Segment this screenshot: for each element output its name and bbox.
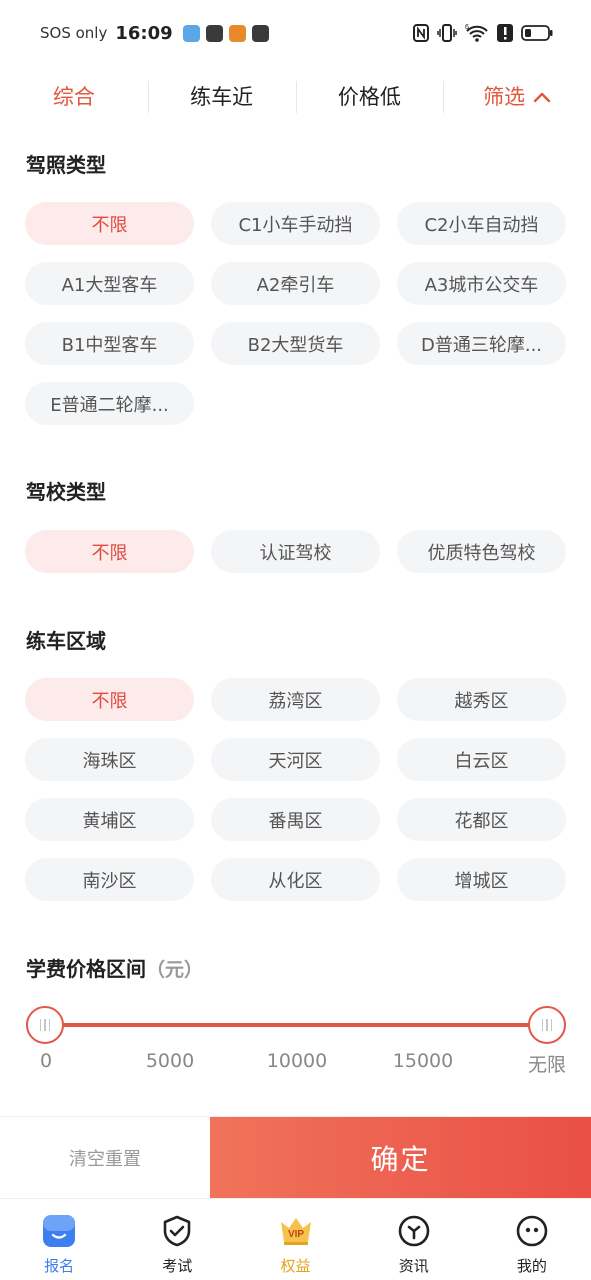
- tab-signup[interactable]: 报名: [0, 1199, 118, 1280]
- region-option-huangpu[interactable]: 黄埔区: [25, 798, 194, 841]
- filter-action-bar: 清空重置 确定: [0, 1116, 591, 1199]
- region-option-conghua[interactable]: 从化区: [211, 858, 380, 901]
- school-option-any[interactable]: 不限: [25, 530, 194, 573]
- license-option-a2[interactable]: A2牵引车: [211, 262, 380, 305]
- price-range-slider[interactable]: [26, 1005, 566, 1045]
- school-option-featured[interactable]: 优质特色驾校: [397, 530, 566, 573]
- region-option-yuexiu[interactable]: 越秀区: [397, 678, 566, 721]
- tab-mine-label: 我的: [516, 1257, 547, 1275]
- license-option-a1[interactable]: A1大型客车: [25, 262, 194, 305]
- school-option-certified[interactable]: 认证驾校: [211, 530, 380, 573]
- price-range-title: 学费价格区间（元）: [26, 953, 203, 982]
- filter-label: 筛选: [483, 85, 526, 109]
- region-option-nansha[interactable]: 南沙区: [25, 858, 194, 901]
- slider-handle-min[interactable]: [26, 1006, 64, 1044]
- license-type-options: 不限 C1小车手动挡 C2小车自动挡 A1大型客车 A2牵引车 A3城市公交车 …: [25, 202, 566, 425]
- novel-app-icon: [228, 24, 246, 42]
- tab-signup-label: 报名: [44, 1257, 75, 1275]
- tick-label-0: 0: [39, 1050, 53, 1072]
- reset-button[interactable]: 清空重置: [0, 1117, 210, 1199]
- region-title: 练车区域: [26, 629, 106, 653]
- status-time: 16:09: [115, 22, 173, 44]
- upload-app-icon: [205, 24, 223, 42]
- license-option-e[interactable]: E普通二轮摩...: [25, 382, 194, 425]
- network-type-text: 6: [465, 24, 469, 31]
- region-option-any[interactable]: 不限: [25, 678, 194, 721]
- slider-track: [44, 1023, 548, 1027]
- status-right: 6: [413, 24, 553, 42]
- region-option-haizhu[interactable]: 海珠区: [25, 738, 194, 781]
- vibrate-icon: [437, 24, 457, 42]
- signup-icon: [41, 1213, 77, 1249]
- sort-tab-comprehensive[interactable]: 综合: [0, 81, 148, 113]
- region-option-huadu[interactable]: 花都区: [397, 798, 566, 841]
- tick-label-15000: 15000: [392, 1050, 454, 1072]
- license-option-a3[interactable]: A3城市公交车: [397, 262, 566, 305]
- tick-label-5000: 5000: [145, 1050, 195, 1072]
- sort-tabs: 综合 练车近 价格低 筛选: [0, 72, 591, 122]
- tick-label-unlimited: 无限: [527, 1054, 567, 1076]
- wifi-icon: 6: [465, 24, 488, 42]
- price-range-title-text: 学费价格区间: [26, 957, 146, 981]
- license-option-c2[interactable]: C2小车自动挡: [397, 202, 566, 245]
- tab-exam-label: 考试: [162, 1257, 193, 1275]
- confirm-button[interactable]: 确定: [210, 1117, 591, 1199]
- status-left: SOS only 16:09: [40, 23, 269, 44]
- sort-tab-lowest-price[interactable]: 价格低: [295, 81, 444, 113]
- bottom-tab-bar: 报名 考试 VIP 权益 资讯 我的: [0, 1198, 591, 1280]
- tab-news[interactable]: 资讯: [355, 1199, 473, 1280]
- sort-tab-nearest[interactable]: 练车近: [147, 81, 296, 113]
- license-option-b2[interactable]: B2大型货车: [211, 322, 380, 365]
- tab-news-label: 资讯: [398, 1257, 429, 1275]
- region-option-baiyun[interactable]: 白云区: [397, 738, 566, 781]
- nfc-icon: [413, 24, 429, 42]
- region-option-panyu[interactable]: 番禺区: [211, 798, 380, 841]
- school-type-options: 不限 认证驾校 优质特色驾校: [25, 530, 566, 573]
- slider-handle-max[interactable]: [528, 1006, 566, 1044]
- weather-app-icon: [182, 24, 200, 42]
- tab-benefits-label: 权益: [280, 1257, 311, 1275]
- tick-label-10000: 10000: [266, 1050, 328, 1072]
- status-bar: SOS only 16:09 6: [0, 0, 591, 66]
- alert-icon: [497, 24, 513, 42]
- region-option-tianhe[interactable]: 天河区: [211, 738, 380, 781]
- slider-tick-labels: 0 5000 10000 15000 无限: [26, 1050, 571, 1080]
- vip-crown-icon: VIP: [278, 1213, 314, 1249]
- region-option-zengcheng[interactable]: 增城区: [397, 858, 566, 901]
- price-unit: （元）: [146, 959, 204, 981]
- region-options: 不限 荔湾区 越秀区 海珠区 天河区 白云区 黄埔区 番禺区 花都区 南沙区 从…: [25, 678, 566, 901]
- region-option-liwan[interactable]: 荔湾区: [211, 678, 380, 721]
- tab-mine[interactable]: 我的: [473, 1199, 591, 1280]
- running-app-icon: [251, 24, 269, 42]
- license-option-d[interactable]: D普通三轮摩...: [397, 322, 566, 365]
- license-option-any[interactable]: 不限: [25, 202, 194, 245]
- license-type-title: 驾照类型: [26, 153, 106, 177]
- profile-face-icon: [514, 1213, 550, 1249]
- news-icon: [396, 1213, 432, 1249]
- tab-benefits[interactable]: VIP 权益: [236, 1199, 354, 1280]
- license-option-c1[interactable]: C1小车手动挡: [211, 202, 380, 245]
- license-option-b1[interactable]: B1中型客车: [25, 322, 194, 365]
- vip-badge-text: VIP: [287, 1229, 303, 1240]
- battery-icon: [521, 25, 553, 41]
- exam-shield-icon: [159, 1213, 195, 1249]
- school-type-title: 驾校类型: [26, 480, 106, 504]
- chevron-up-icon: [533, 92, 551, 103]
- tab-exam[interactable]: 考试: [118, 1199, 236, 1280]
- carrier-text: SOS only: [40, 24, 108, 42]
- sort-tab-filter[interactable]: 筛选: [443, 81, 591, 113]
